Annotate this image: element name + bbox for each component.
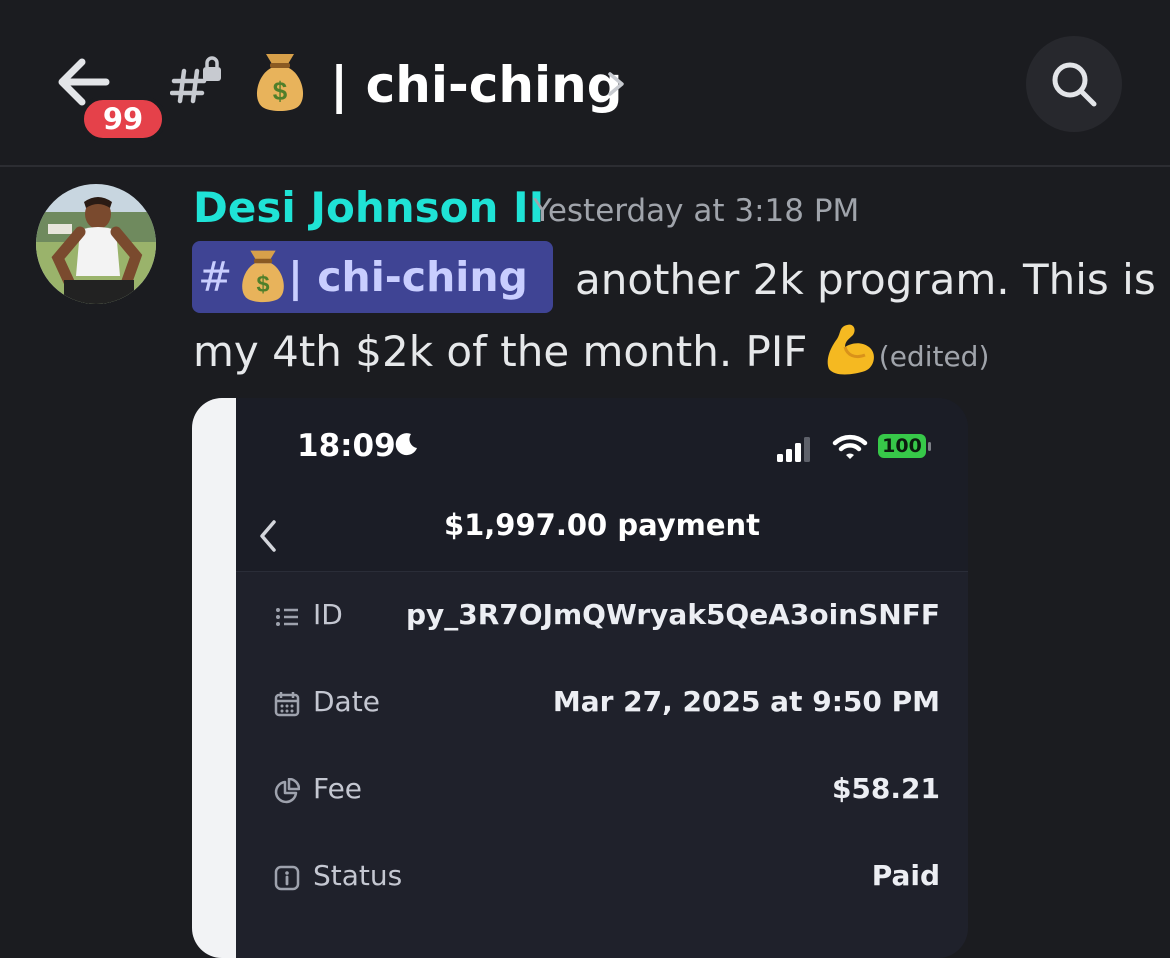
svg-text:$: $ bbox=[273, 76, 288, 106]
avatar[interactable] bbox=[36, 184, 156, 304]
channel-mention[interactable]: # $ | chi-ching bbox=[192, 241, 553, 313]
edited-label: (edited) bbox=[878, 340, 990, 373]
row-value: py_3R7OJmQWryak5QeA3oinSNFF bbox=[405, 598, 940, 631]
image-attachment[interactable]: 18:09 100 $1,997.00 payment ID py_3R7OJm… bbox=[192, 398, 968, 958]
signal-icon bbox=[777, 437, 810, 462]
chevron-right-icon[interactable] bbox=[604, 62, 628, 106]
row-value: Paid bbox=[871, 859, 940, 892]
channel-header: 99 $ | chi-ching bbox=[0, 0, 1170, 167]
battery-tip bbox=[928, 442, 931, 451]
search-icon bbox=[1052, 62, 1097, 107]
money-bag-icon: $ bbox=[256, 54, 304, 111]
message-text-line-2: my 4th $2k of the month. PIF (edited) bbox=[193, 316, 989, 388]
row-label: ID bbox=[313, 598, 343, 631]
calendar-icon bbox=[274, 692, 300, 717]
battery-indicator: 100 bbox=[878, 434, 926, 458]
locked-channel-icon bbox=[170, 56, 221, 104]
row-value: $58.21 bbox=[831, 772, 940, 805]
mention-channel-name: | chi-ching bbox=[288, 253, 528, 301]
status-time: 18:09 bbox=[297, 428, 396, 464]
message-text-line-1: another 2k program. This is bbox=[575, 255, 1156, 304]
row-label: Date bbox=[313, 685, 380, 718]
message-text: my 4th $2k of the month. PIF bbox=[193, 327, 808, 376]
pie-chart-icon bbox=[274, 778, 300, 804]
detail-row-fee: Fee $58.21 bbox=[236, 760, 940, 820]
attachment-edge bbox=[192, 398, 236, 958]
detail-row-date: Date Mar 27, 2025 at 9:50 PM bbox=[236, 673, 940, 733]
row-label: Status bbox=[313, 859, 403, 892]
row-value: Mar 27, 2025 at 9:50 PM bbox=[552, 685, 940, 718]
flexed-biceps-icon bbox=[827, 324, 874, 374]
money-bag-icon: $ bbox=[242, 250, 284, 303]
author-name[interactable]: Desi Johnson II bbox=[193, 180, 544, 236]
search-button[interactable] bbox=[1026, 36, 1122, 132]
row-label: Fee bbox=[313, 772, 363, 805]
list-icon bbox=[276, 608, 298, 626]
detail-row-status: Status Paid bbox=[236, 847, 940, 907]
svg-text:$: $ bbox=[256, 271, 269, 297]
message-timestamp: Yesterday at 3:18 PM bbox=[533, 193, 860, 229]
channel-title[interactable]: | chi-ching bbox=[330, 50, 623, 120]
payment-title: $1,997.00 payment bbox=[443, 508, 761, 542]
wifi-icon bbox=[832, 434, 868, 459]
moon-icon bbox=[395, 433, 417, 456]
info-icon bbox=[274, 865, 300, 891]
unread-badge: 99 bbox=[80, 96, 166, 142]
mention-hash: # bbox=[198, 253, 233, 301]
detail-row-id: ID py_3R7OJmQWryak5QeA3oinSNFF bbox=[236, 586, 940, 646]
